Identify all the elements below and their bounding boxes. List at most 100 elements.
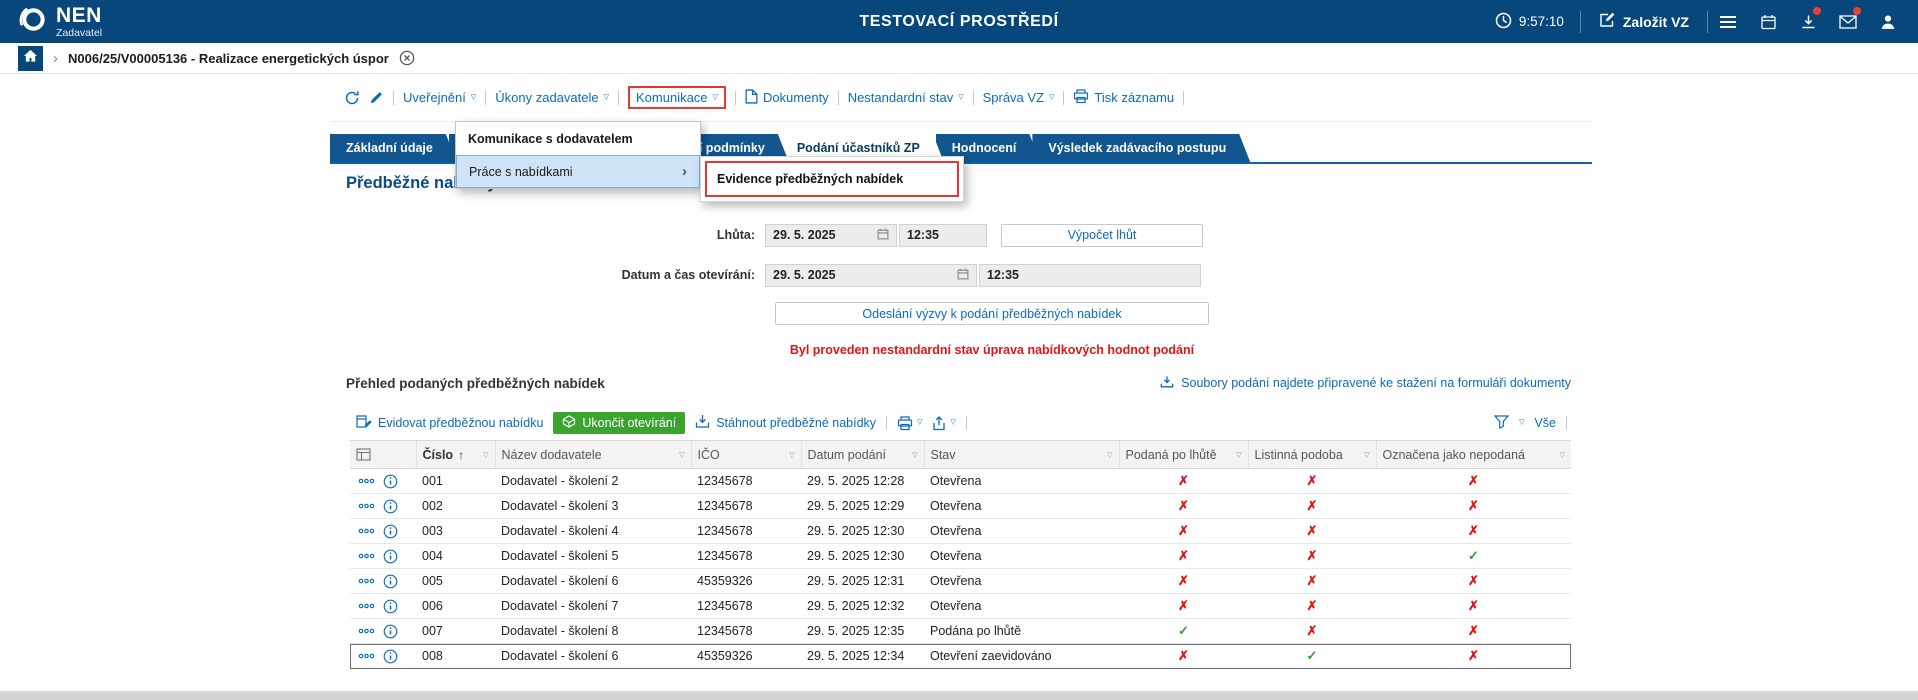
date-value: 29. 5. 2025 bbox=[773, 228, 836, 242]
row-menu-icon[interactable] bbox=[358, 478, 375, 484]
filter-icon[interactable] bbox=[1494, 415, 1509, 432]
column-oznacena-jako-nepodana[interactable]: Označena jako nepodaná▽ bbox=[1376, 441, 1571, 469]
odeslani-vyzvy-button[interactable]: Odeslání výzvy k podání předběžných nabí… bbox=[775, 302, 1209, 325]
row-info-icon[interactable] bbox=[383, 499, 398, 514]
separator bbox=[973, 91, 974, 105]
row-menu-icon[interactable] bbox=[358, 603, 375, 609]
otevirani-date-input[interactable]: 29. 5. 2025 bbox=[765, 264, 977, 287]
user-icon[interactable] bbox=[1868, 0, 1908, 43]
table-row[interactable]: 002 Dodavatel - školení 3 12345678 29. 5… bbox=[350, 494, 1571, 519]
otevirani-row: Datum a čas otevírání: 29. 5. 2025 12:35 bbox=[330, 262, 1592, 288]
calendar-icon[interactable] bbox=[1748, 0, 1788, 43]
export-grid-button[interactable]: ▽ bbox=[932, 416, 955, 431]
otevirani-time-input[interactable]: 12:35 bbox=[979, 264, 1201, 287]
menu-uverejneni[interactable]: Uveřejnění ▽ bbox=[403, 90, 476, 105]
table-row[interactable]: 001 Dodavatel - školení 2 12345678 29. 5… bbox=[350, 469, 1571, 494]
filter-caret-icon[interactable]: ▽ bbox=[1107, 451, 1112, 459]
column-stav[interactable]: Stav▽ bbox=[924, 441, 1119, 469]
register-bid-icon bbox=[356, 414, 372, 432]
form-area: Lhůta: 29. 5. 2025 12:35 Výpočet lhůt Da… bbox=[330, 222, 1592, 357]
calendar-icon[interactable] bbox=[877, 228, 889, 243]
filter-caret-icon[interactable]: ▽ bbox=[679, 451, 684, 459]
ukoncit-otevirani-button[interactable]: Ukončit otevírání bbox=[553, 412, 685, 434]
row-info-icon[interactable] bbox=[383, 524, 398, 539]
close-record-icon[interactable] bbox=[399, 50, 415, 66]
menu-item-label: Práce s nabídkami bbox=[469, 165, 573, 179]
clock-time: 9:57:10 bbox=[1519, 14, 1564, 29]
tab-label: Podání účastníků ZP bbox=[797, 141, 920, 155]
table-row[interactable]: 007 Dodavatel - školení 8 12345678 29. 5… bbox=[350, 619, 1571, 644]
create-vz-button[interactable]: Založit VZ bbox=[1581, 12, 1707, 31]
row-info-icon[interactable] bbox=[383, 549, 398, 564]
vypocet-lhut-button[interactable]: Výpočet lhůt bbox=[1001, 224, 1203, 247]
row-info-icon[interactable] bbox=[383, 574, 398, 589]
print-grid-button[interactable]: ▽ bbox=[897, 416, 922, 431]
column-datum-podani[interactable]: Datum podání▽ bbox=[801, 441, 924, 469]
lhuta-time-input[interactable]: 12:35 bbox=[899, 224, 987, 247]
column-cislo[interactable]: Číslo↑▽ bbox=[416, 441, 495, 469]
table-row[interactable]: 003 Dodavatel - školení 4 12345678 29. 5… bbox=[350, 519, 1571, 544]
menu-tisk-zaznamu[interactable]: Tisk záznamu bbox=[1073, 89, 1174, 107]
column-listinna-podoba[interactable]: Listinná podoba▽ bbox=[1248, 441, 1376, 469]
row-info-icon[interactable] bbox=[383, 649, 398, 664]
filter-caret-icon[interactable]: ▽ bbox=[1236, 451, 1241, 459]
messages-icon[interactable] bbox=[1828, 0, 1868, 43]
evidovat-nabidku-button[interactable]: Evidovat předběžnou nabídku bbox=[356, 414, 543, 432]
submissions-grid: Evidovat předběžnou nabídku Ukončit otev… bbox=[350, 406, 1571, 669]
menu-ukony-zadavatele[interactable]: Úkony zadavatele ▽ bbox=[495, 90, 609, 105]
table-row[interactable]: 008 Dodavatel - školení 6 45359326 29. 5… bbox=[350, 644, 1571, 669]
column-podana-po-lhute[interactable]: Podaná po lhůtě▽ bbox=[1119, 441, 1248, 469]
column-settings[interactable] bbox=[350, 441, 416, 469]
cross-icon: ✗ bbox=[1307, 598, 1318, 613]
row-menu-icon[interactable] bbox=[358, 578, 375, 584]
calendar-icon[interactable] bbox=[957, 268, 969, 283]
stahnout-nabidky-button[interactable]: Stáhnout předběžné nabídky bbox=[695, 414, 876, 432]
environment-title: TESTOVACÍ PROSTŘEDÍ bbox=[859, 13, 1058, 31]
menu-icon[interactable] bbox=[1708, 0, 1748, 43]
row-menu-icon[interactable] bbox=[358, 553, 375, 559]
menu-item-prace-s-nabidkami[interactable]: Práce s nabídkami › bbox=[456, 155, 700, 188]
row-menu-icon[interactable] bbox=[358, 628, 375, 634]
notification-badge bbox=[1853, 7, 1861, 15]
row-menu-icon[interactable] bbox=[358, 503, 375, 509]
menu-dokumenty[interactable]: Dokumenty bbox=[745, 89, 829, 107]
filter-caret-icon[interactable]: ▽ bbox=[483, 451, 488, 459]
table-row[interactable]: 005 Dodavatel - školení 6 45359326 29. 5… bbox=[350, 569, 1571, 594]
row-menu-icon[interactable] bbox=[358, 653, 375, 659]
submissions-table: Číslo↑▽ Název dodavatele▽ IČO▽ Datum pod… bbox=[350, 440, 1571, 669]
button-label: Evidovat předběžnou nabídku bbox=[378, 416, 543, 430]
row-menu-icon[interactable] bbox=[358, 528, 375, 534]
cell-ico: 12345678 bbox=[691, 594, 801, 619]
time-value: 12:35 bbox=[907, 228, 939, 242]
filter-caret-icon[interactable]: ▽ bbox=[789, 451, 794, 459]
menu-sprava-vz[interactable]: Správa VZ ▽ bbox=[983, 90, 1055, 105]
filter-caret-icon[interactable]: ▽ bbox=[912, 451, 917, 459]
filter-caret-icon[interactable]: ▽ bbox=[1364, 451, 1369, 459]
home-button[interactable] bbox=[18, 46, 43, 71]
table-row[interactable]: 004 Dodavatel - školení 5 12345678 29. 5… bbox=[350, 544, 1571, 569]
tab-zakladni-udaje[interactable]: Základní údaje bbox=[330, 134, 457, 162]
refresh-icon[interactable] bbox=[344, 90, 360, 106]
column-nazev-dodavatele[interactable]: Název dodavatele▽ bbox=[495, 441, 691, 469]
cell-listinna: ✗ bbox=[1248, 519, 1376, 544]
filter-caret-icon[interactable]: ▽ bbox=[1560, 451, 1565, 459]
menu-komunikace[interactable]: Komunikace ▽ bbox=[628, 86, 726, 109]
row-info-icon[interactable] bbox=[383, 474, 398, 489]
table-row[interactable]: 006 Dodavatel - školení 7 12345678 29. 5… bbox=[350, 594, 1571, 619]
filter-all-label[interactable]: Vše bbox=[1534, 416, 1556, 430]
files-download-link[interactable]: Soubory podání najdete připravené ke sta… bbox=[1160, 375, 1571, 392]
lhuta-date-input[interactable]: 29. 5. 2025 bbox=[765, 224, 897, 247]
downloads-icon[interactable] bbox=[1788, 0, 1828, 43]
menu-item-komunikace-s-dodavatelem[interactable]: Komunikace s dodavatelem bbox=[456, 122, 700, 155]
menu-item-evidence-predbeznych-nabidek[interactable]: Evidence předběžných nabídek bbox=[705, 161, 959, 197]
tab-vysledek-zadavaciho-postupu[interactable]: Výsledek zadávacího postupu bbox=[1032, 134, 1250, 162]
row-info-icon[interactable] bbox=[383, 599, 398, 614]
edit-record-icon[interactable] bbox=[369, 90, 384, 105]
cross-icon: ✗ bbox=[1468, 623, 1479, 638]
cross-icon: ✗ bbox=[1307, 623, 1318, 638]
cell-cislo: 004 bbox=[416, 544, 495, 569]
column-ico[interactable]: IČO▽ bbox=[691, 441, 801, 469]
brand[interactable]: NEN Zadavatel bbox=[18, 5, 102, 39]
menu-nestandardni-stav[interactable]: Nestandardní stav ▽ bbox=[848, 90, 964, 105]
row-info-icon[interactable] bbox=[383, 624, 398, 639]
